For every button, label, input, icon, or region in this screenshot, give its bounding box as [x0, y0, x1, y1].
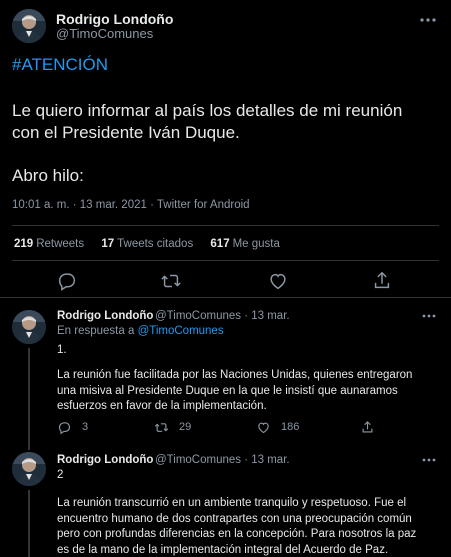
- reply-text: La reunión transcurrió en un ambiente tr…: [57, 496, 437, 557]
- share-action[interactable]: [360, 419, 385, 435]
- tweet-text: Le quiero informar al país los detalles …: [12, 100, 442, 144]
- reply-text-line: encuentro humano de dos contrapartes con…: [57, 512, 412, 525]
- avatar[interactable]: [12, 310, 46, 344]
- likes-stat[interactable]: 617 Me gusta: [210, 238, 280, 250]
- reply-number: 2: [57, 469, 64, 481]
- author-handle[interactable]: @TimoComunes · 13 mar.: [155, 310, 290, 322]
- thread-line: [28, 444, 30, 450]
- retweet-count: 29: [179, 421, 192, 433]
- reply-text: La reunión fue facilitada por las Nacion…: [57, 368, 437, 415]
- thread-line: [28, 490, 30, 557]
- in-reply-handle[interactable]: @TimoComunes: [138, 325, 224, 337]
- likes-label: Me gusta: [232, 238, 280, 250]
- reply-tweet[interactable]: Rodrigo Londoño @TimoComunes · 13 mar. E…: [0, 298, 451, 444]
- author-handle[interactable]: @TimoComunes · 13 mar.: [155, 454, 290, 466]
- retweets-count: 219: [14, 238, 34, 250]
- retweets-stat[interactable]: 219 Retweets: [14, 238, 84, 250]
- tweet-meta[interactable]: 10:01 a. m. · 13 mar. 2021 · Twitter for…: [12, 199, 250, 211]
- author-name[interactable]: Rodrigo Londoño: [57, 310, 153, 322]
- reply-icon[interactable]: [56, 270, 78, 292]
- avatar[interactable]: [12, 452, 46, 486]
- share-icon[interactable]: [371, 270, 393, 292]
- quotes-label: Tweets citados: [117, 238, 194, 250]
- more-icon[interactable]: [421, 307, 437, 323]
- hashtag-link[interactable]: #ATENCIÓN: [12, 55, 108, 75]
- reply-text-line: esfuerzos en favor de la implementación.: [57, 400, 267, 412]
- reply-icon: [58, 421, 71, 434]
- quotes-stat[interactable]: 17 Tweets citados: [101, 238, 193, 250]
- thread-line: [28, 348, 30, 444]
- reply-text-line: La reunión transcurrió en un ambiente tr…: [57, 497, 407, 509]
- author-name[interactable]: Rodrigo Londoño: [56, 11, 173, 27]
- like-icon: [258, 422, 269, 433]
- author-name[interactable]: Rodrigo Londoño: [57, 454, 153, 466]
- reply-number: 1.: [57, 344, 67, 356]
- tweet-thread-view: Rodrigo Londoño @TimoComunes #ATENCIÓN L…: [0, 0, 451, 557]
- retweet-action[interactable]: 29: [154, 419, 191, 435]
- reply-text-line: una misiva al Presidente Duque en la que…: [57, 384, 398, 397]
- divider: [12, 225, 439, 226]
- reply-tweet[interactable]: Rodrigo Londoño @TimoComunes · 13 mar. 2…: [0, 444, 451, 557]
- reply-action[interactable]: 3: [57, 419, 88, 435]
- like-count: 186: [281, 421, 300, 433]
- engagement-stats: 219 Retweets 17 Tweets citados 617 Me gusta: [14, 238, 294, 250]
- reply-text-line: La reunión fue facilitada por las Nacion…: [57, 369, 413, 381]
- divider: [12, 260, 439, 261]
- retweet-icon[interactable]: [160, 270, 182, 292]
- in-reply-prefix: En respuesta a: [57, 325, 135, 337]
- in-reply-to: En respuesta a @TimoComunes: [57, 325, 224, 337]
- retweet-icon: [154, 422, 169, 432]
- like-action[interactable]: 186: [256, 419, 299, 435]
- reply-text-line: es de la mano de la implementación integ…: [57, 543, 389, 556]
- reply-count: 3: [82, 421, 89, 433]
- retweets-label: Retweets: [36, 238, 85, 250]
- tweet-text-line: con el Presidente Iván Duque.: [12, 123, 240, 142]
- more-icon[interactable]: [419, 11, 437, 27]
- share-icon: [362, 420, 373, 432]
- likes-count: 617: [210, 238, 230, 250]
- reply-actions: 3 29 186: [57, 419, 437, 437]
- quotes-count: 17: [101, 238, 115, 250]
- author-handle[interactable]: @TimoComunes: [56, 26, 153, 41]
- tweet-text-line: Le quiero informar al país los detalles …: [12, 101, 403, 120]
- reply-text-line: pero con profundas diferencias en la con…: [57, 528, 417, 540]
- tweet-actions: [0, 270, 451, 296]
- more-icon[interactable]: [421, 451, 437, 467]
- avatar[interactable]: [12, 9, 46, 43]
- like-icon[interactable]: [267, 270, 289, 292]
- tweet-text-line: Abro hilo:: [12, 166, 84, 185]
